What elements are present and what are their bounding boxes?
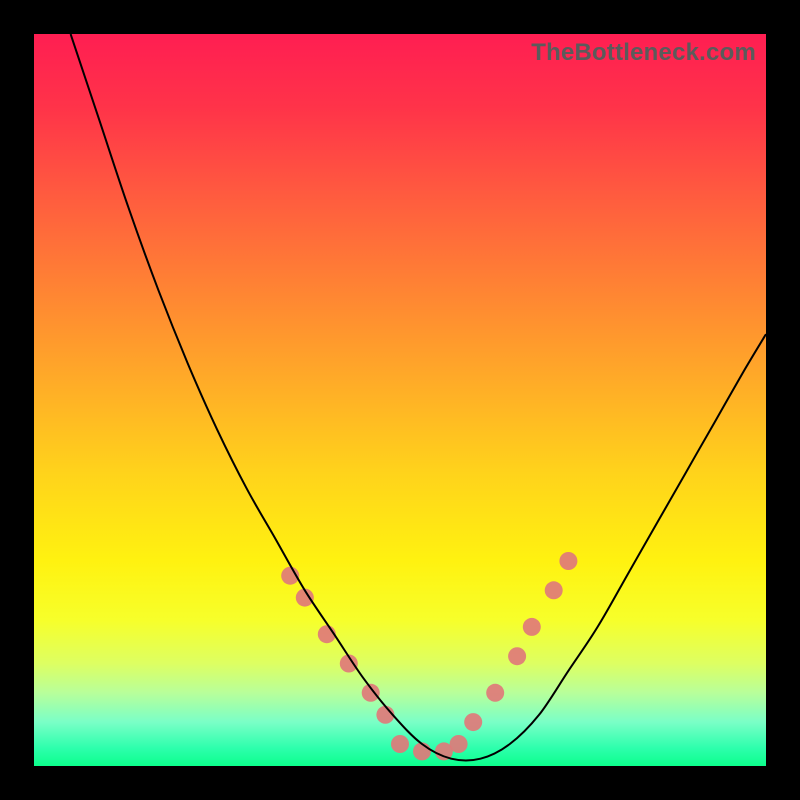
watermark-text: TheBottleneck.com xyxy=(531,39,756,67)
marker-dot xyxy=(545,581,563,599)
marker-dot xyxy=(508,647,526,665)
marker-dot xyxy=(464,713,482,731)
marker-dot xyxy=(559,552,577,570)
curve-layer xyxy=(34,34,766,766)
marker-dot xyxy=(391,735,409,753)
marker-dot xyxy=(486,684,504,702)
bottleneck-curve xyxy=(71,34,766,761)
plot-area: TheBottleneck.com xyxy=(34,34,766,766)
marker-dot xyxy=(450,735,468,753)
chart-frame: TheBottleneck.com xyxy=(0,0,800,800)
marker-dots xyxy=(281,552,577,760)
marker-dot xyxy=(523,618,541,636)
